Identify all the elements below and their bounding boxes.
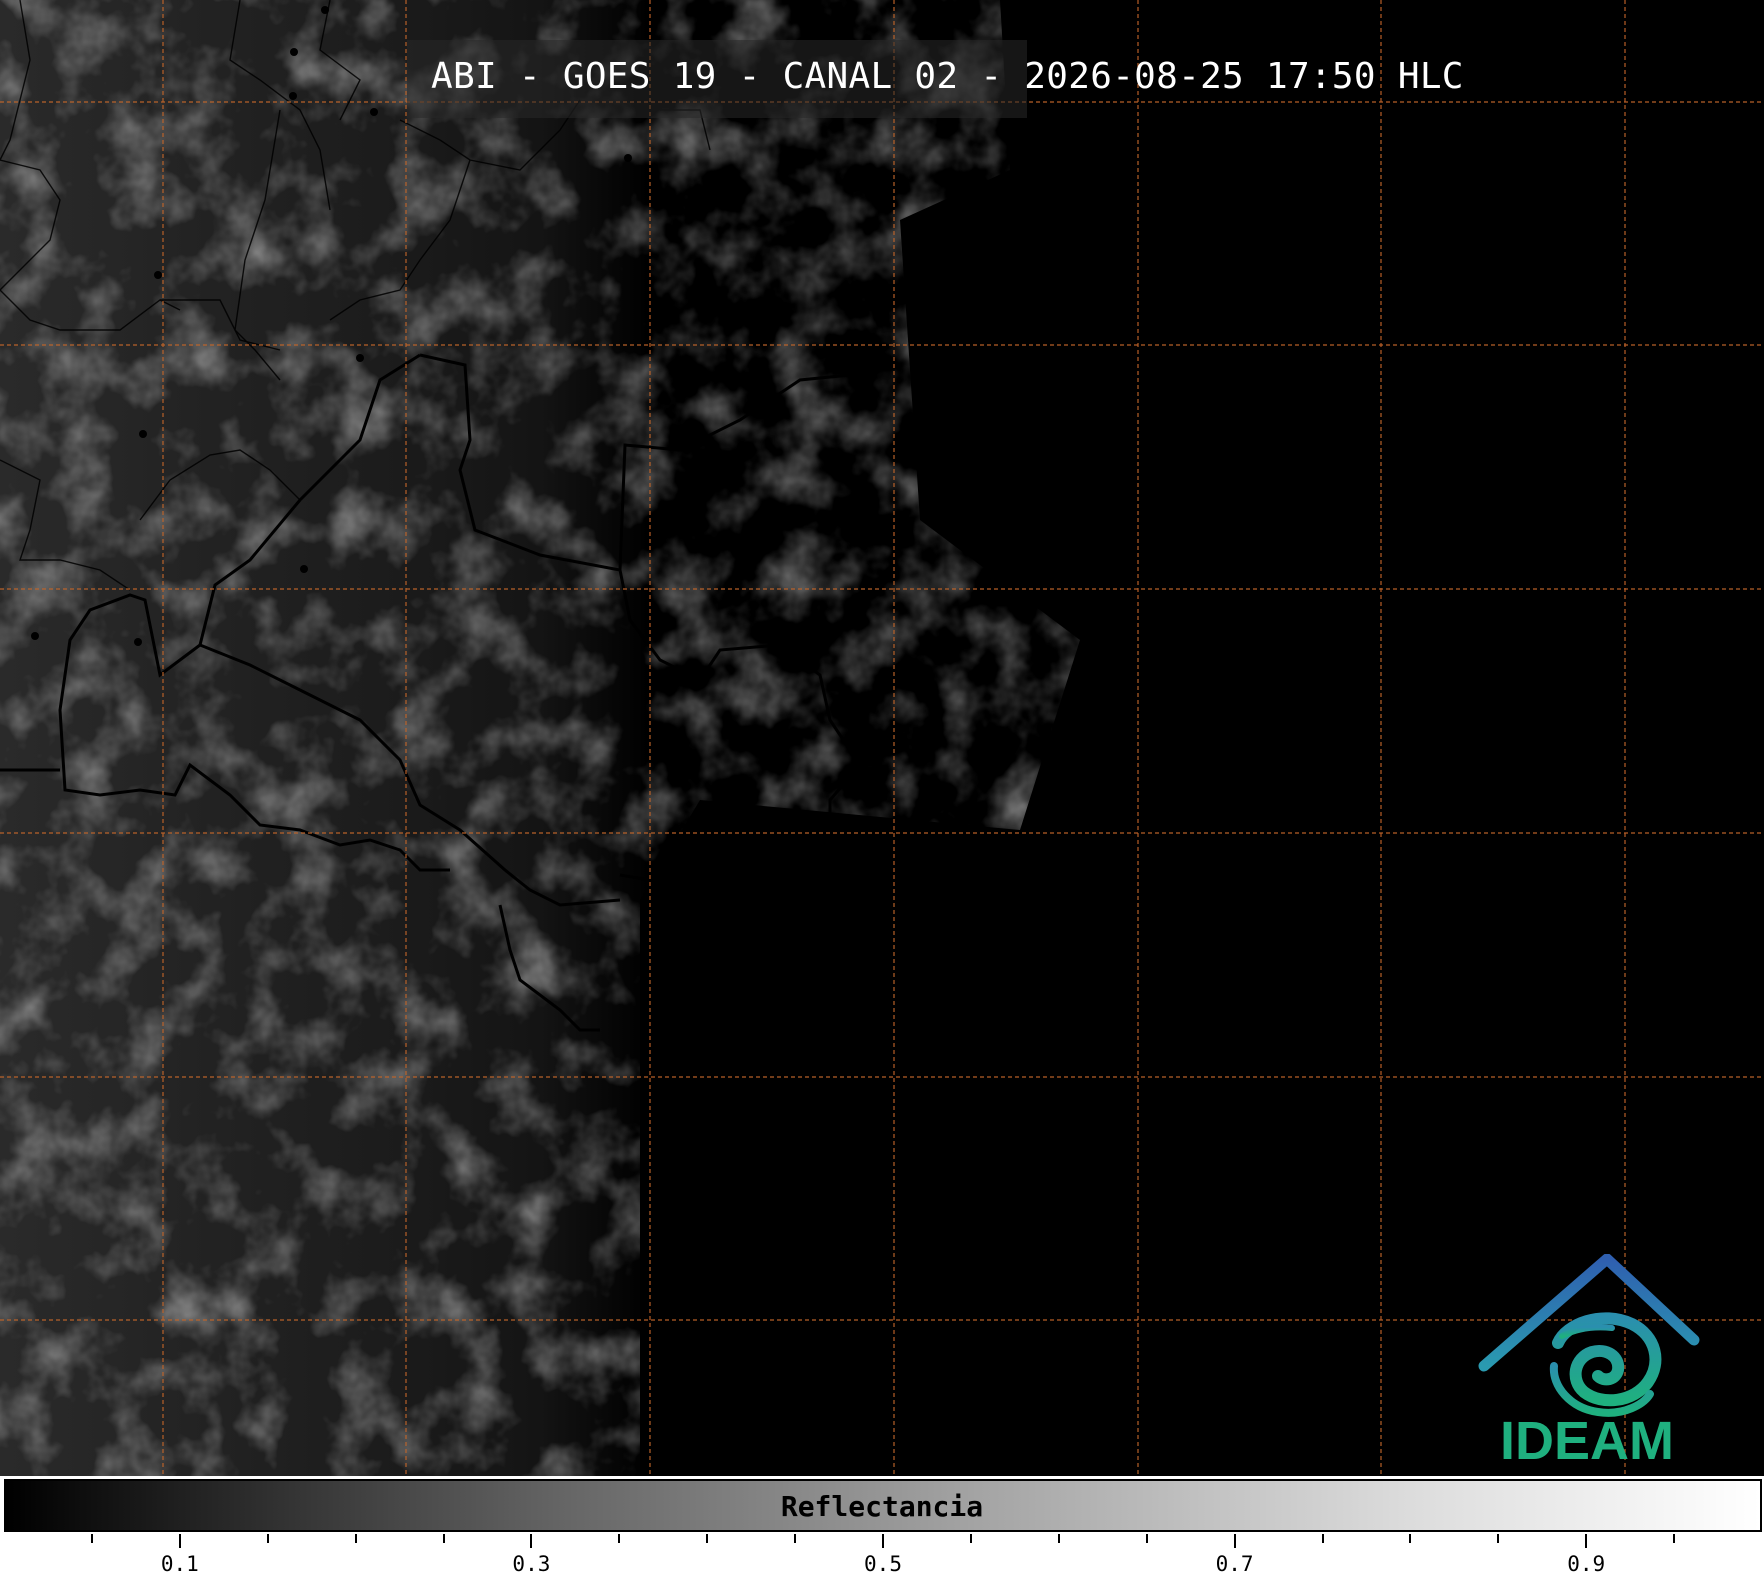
colorbar-major-tick [1585,1534,1588,1548]
colorbar-minor-tick [90,1534,93,1543]
colorbar-tick-label: 0.9 [1567,1552,1606,1576]
colorbar: Reflectancia 0.1 0.3 0.5 0.7 0.9 [0,1476,1764,1577]
satellite-map: ABI - GOES 19 - CANAL 02 - 2026-08-25 17… [0,0,1764,1476]
colorbar-major-tick [178,1534,181,1548]
colorbar-minor-tick [1497,1534,1500,1543]
colorbar-minor-tick [969,1534,972,1543]
colorbar-tick-label: 0.1 [160,1552,199,1576]
colorbar-minor-tick [1057,1534,1060,1543]
colorbar-tick-label: 0.3 [512,1552,551,1576]
colorbar-minor-tick [706,1534,709,1543]
ideam-logo: IDEAM [1474,1254,1700,1472]
map-title: ABI - GOES 19 - CANAL 02 - 2026-08-25 17… [431,56,1464,97]
colorbar-major-tick [530,1534,533,1548]
colorbar-minor-tick [1321,1534,1324,1543]
colorbar-minor-tick [618,1534,621,1543]
colorbar-tick-label: 0.5 [864,1552,902,1576]
colorbar-minor-tick [1145,1534,1148,1543]
colorbar-tick-label: 0.7 [1215,1552,1254,1576]
colorbar-major-tick [882,1534,884,1548]
colorbar-minor-tick [794,1534,797,1543]
ideam-logo-text: IDEAM [1500,1411,1674,1471]
colorbar-minor-tick [442,1534,445,1543]
colorbar-minor-tick [1673,1534,1676,1543]
colorbar-major-tick [1233,1534,1236,1548]
colorbar-label: Reflectancia [780,1490,984,1523]
colorbar-minor-tick [266,1534,269,1543]
colorbar-minor-tick [354,1534,357,1543]
colorbar-minor-tick [1409,1534,1412,1543]
ideam-emblem-icon [1478,1254,1700,1417]
